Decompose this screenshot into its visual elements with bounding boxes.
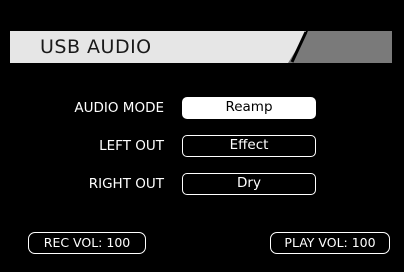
left-out-value[interactable]: Effect [182,135,316,157]
right-out-value[interactable]: Dry [182,173,316,195]
right-out-label: RIGHT OUT [88,176,164,192]
audio-mode-label: AUDIO MODE [74,100,164,116]
usb-audio-screen: USB AUDIO AUDIO MODE Reamp LEFT OUT Effe… [0,0,404,272]
audio-mode-value[interactable]: Reamp [182,97,316,119]
play-volume-button[interactable]: PLAY VOL: 100 [270,232,390,254]
header-divider-slash [290,31,308,63]
rec-volume-button[interactable]: REC VOL: 100 [28,232,146,254]
header-bar: USB AUDIO [10,31,392,63]
page-title: USB AUDIO [40,36,152,58]
left-out-label: LEFT OUT [99,138,164,154]
